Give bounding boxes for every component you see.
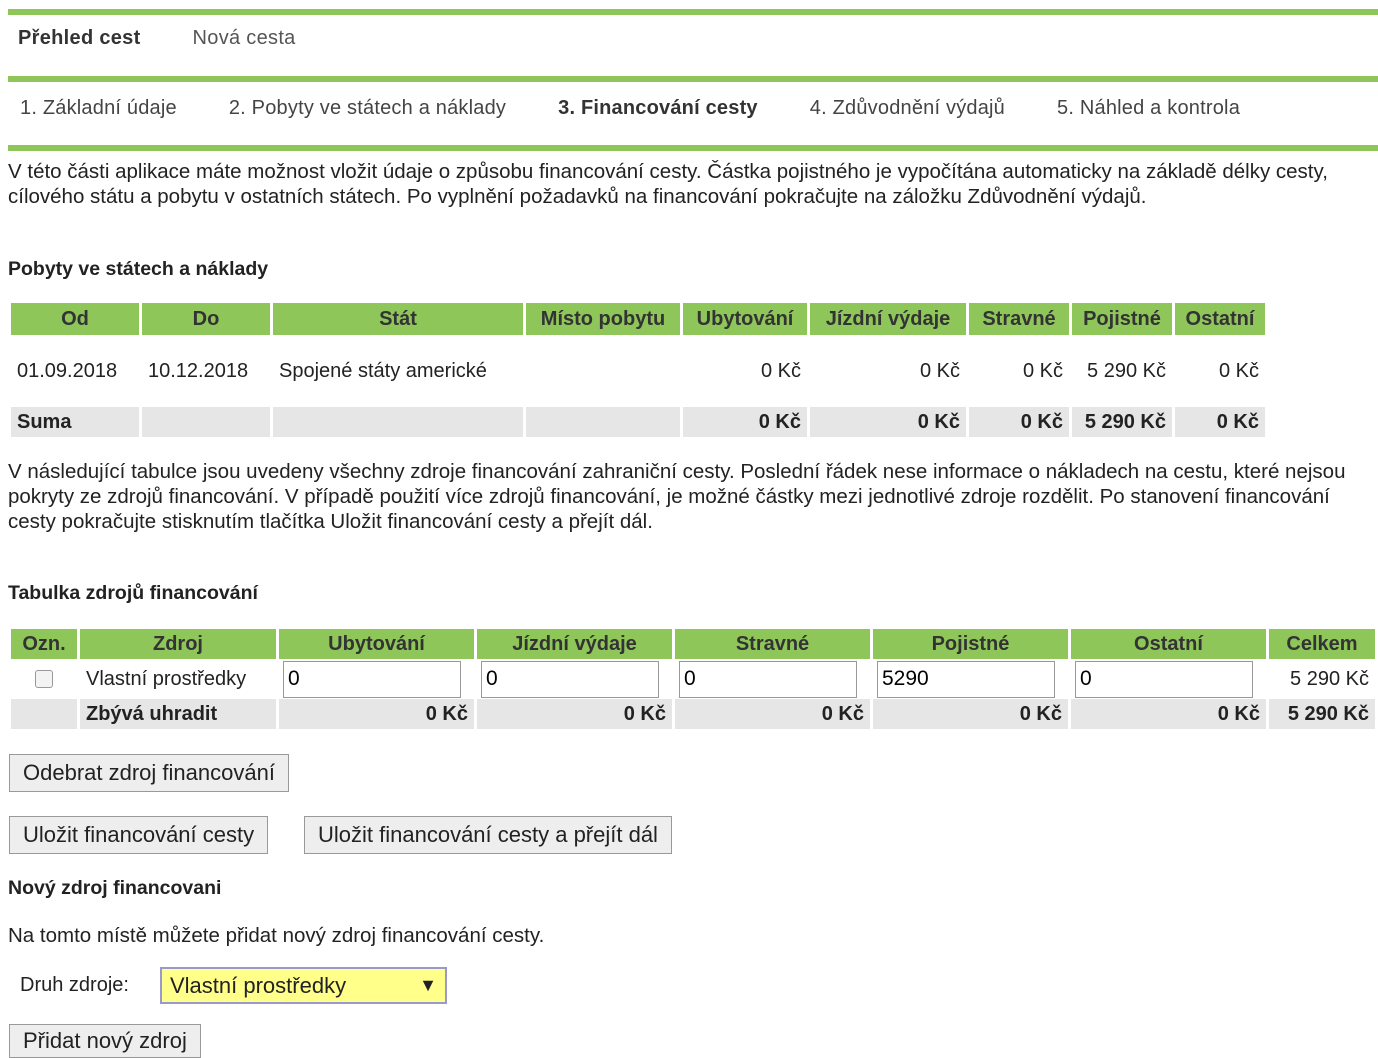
top-divider [8,9,1378,15]
cell-other: 0 Kč [1218,359,1259,382]
col-header: Stravné [675,629,870,659]
col-header: Celkem [1269,629,1375,659]
sum-meals: 0 Kč [969,407,1069,437]
col-header: Jízdní výdaje [477,629,672,659]
cell-meals: 0 Kč [1022,359,1063,382]
col-header: Ubytování [279,629,474,659]
save-and-continue-button[interactable]: Uložit financování cesty a přejít dál [304,816,672,854]
col-header: Pojistné [1072,303,1172,335]
table-row: 01.09.2018 10.12.2018 Spojené státy amer… [11,335,1265,407]
col-header: Pojistné [873,629,1068,659]
lodging-input[interactable] [283,660,461,698]
sum-label: Suma [11,407,139,437]
col-header: Od [11,303,139,335]
funding-header-row: Ozn. Zdroj Ubytování Jízdní výdaje Strav… [11,629,1375,659]
sum-other: 0 Kč [1175,407,1265,437]
step-tabs: 1. Základní údaje 2. Pobyty ve státech a… [20,97,1292,120]
source-type-value: Vlastní prostředky [170,972,347,998]
cell-state: Spojené státy americké [279,359,487,382]
source-type-label: Druh zdroje: [20,974,129,996]
funding-title: Tabulka zdrojů financování [8,582,258,604]
new-source-text: Na tomto místě můžete přidat nový zdroj … [8,924,545,947]
new-source-title: Nový zdroj financovani [8,877,222,899]
nav-divider [8,76,1378,82]
col-header: Místo pobytu [526,303,680,335]
funding-table: Ozn. Zdroj Ubytování Jízdní výdaje Strav… [8,629,1378,729]
travel-input[interactable] [481,660,659,698]
stays-table: Od Do Stát Místo pobytu Ubytování Jízdní… [8,303,1268,437]
nav-new-trip[interactable]: Nová cesta [193,27,296,50]
col-header: Jízdní výdaje [810,303,966,335]
funding-intro-text: V následující tabulce jsou uvedeny všech… [8,460,1346,533]
cell-insurance: 5 290 Kč [1087,359,1166,382]
remaining-meals: 0 Kč [675,699,870,729]
steps-divider [8,145,1378,151]
stays-header-row: Od Do Stát Místo pobytu Ubytování Jízdní… [11,303,1265,335]
sum-row: Suma 0 Kč 0 Kč 0 Kč 5 290 Kč 0 Kč [11,407,1265,437]
col-header: Do [142,303,270,335]
tab-basic-info[interactable]: 1. Základní údaje [20,97,177,120]
chevron-down-icon: ▼ [419,975,437,995]
other-input[interactable] [1075,660,1253,698]
remaining-row: Zbývá uhradit 0 Kč 0 Kč 0 Kč 0 Kč 0 Kč 5… [11,699,1375,729]
col-header: Ostatní [1175,303,1265,335]
cell-lodging: 0 Kč [760,359,801,382]
col-header: Zdroj [80,629,276,659]
col-header: Ubytování [683,303,807,335]
remaining-insurance: 0 Kč [873,699,1068,729]
remove-source-button[interactable]: Odebrat zdroj financování [9,754,289,792]
stays-title: Pobyty ve státech a náklady [8,258,269,280]
cell-source: Vlastní prostředky [86,667,247,690]
sum-travel: 0 Kč [810,407,966,437]
save-funding-button[interactable]: Uložit financování cesty [9,816,269,854]
nav-overview[interactable]: Přehled cest [18,27,141,50]
top-navigation: Přehled cest Nová cesta [18,27,348,50]
add-source-button[interactable]: Přidat nový zdroj [9,1024,201,1058]
sum-insurance: 5 290 Kč [1072,407,1172,437]
source-type-select[interactable]: Vlastní prostředky ▼ [160,967,447,1004]
remaining-label: Zbývá uhradit [80,699,276,729]
row-select-checkbox[interactable] [35,670,53,689]
cell-place [526,335,680,407]
cell-total: 5 290 Kč [1290,667,1369,690]
remaining-total: 5 290 Kč [1269,699,1375,729]
cell-from: 01.09.2018 [17,359,118,382]
col-header: Ozn. [11,629,77,659]
col-header: Stát [273,303,523,335]
tab-preview[interactable]: 5. Náhled a kontrola [1057,97,1240,120]
insurance-input[interactable] [877,660,1055,698]
remaining-lodging: 0 Kč [279,699,474,729]
table-row: Vlastní prostředky 5 290 Kč [11,659,1375,699]
tab-stays-costs[interactable]: 2. Pobyty ve státech a náklady [229,97,506,120]
sum-lodging: 0 Kč [683,407,807,437]
meals-input[interactable] [679,660,857,698]
tab-funding[interactable]: 3. Financování cesty [558,97,758,120]
remaining-travel: 0 Kč [477,699,672,729]
cell-to: 10.12.2018 [148,359,249,382]
col-header: Stravné [969,303,1069,335]
remaining-other: 0 Kč [1071,699,1266,729]
cell-travel: 0 Kč [919,359,960,382]
intro-text: V této části aplikace máte možnost vloži… [8,160,1328,208]
tab-justification[interactable]: 4. Zdůvodnění výdajů [810,97,1005,120]
col-header: Ostatní [1071,629,1266,659]
